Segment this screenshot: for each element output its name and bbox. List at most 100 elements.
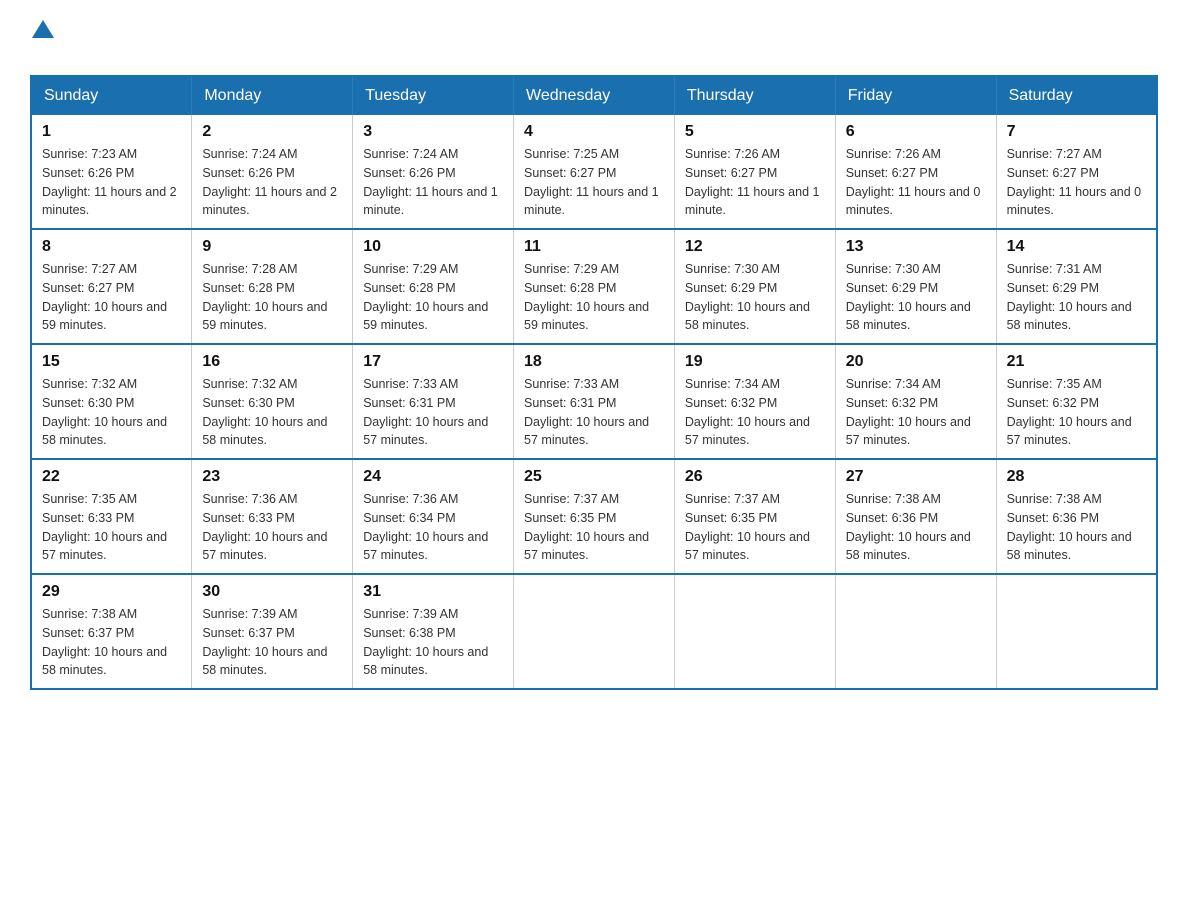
calendar-cell (835, 574, 996, 689)
daylight-text: Daylight: 11 hours and 2 minutes. (42, 185, 177, 218)
header-monday: Monday (192, 76, 353, 115)
sunrise-text: Sunrise: 7:36 AM (363, 492, 458, 506)
daylight-text: Daylight: 10 hours and 57 minutes. (1007, 415, 1132, 448)
day-number: 1 (42, 123, 181, 141)
day-info: Sunrise: 7:38 AMSunset: 6:36 PMDaylight:… (1007, 490, 1146, 565)
daylight-text: Daylight: 10 hours and 57 minutes. (363, 530, 488, 563)
calendar-cell: 25Sunrise: 7:37 AMSunset: 6:35 PMDayligh… (514, 459, 675, 574)
daylight-text: Daylight: 10 hours and 57 minutes. (363, 415, 488, 448)
day-number: 27 (846, 468, 986, 486)
day-info: Sunrise: 7:36 AMSunset: 6:33 PMDaylight:… (202, 490, 342, 565)
calendar-cell: 13Sunrise: 7:30 AMSunset: 6:29 PMDayligh… (835, 229, 996, 344)
daylight-text: Daylight: 10 hours and 58 minutes. (42, 415, 167, 448)
daylight-text: Daylight: 10 hours and 58 minutes. (1007, 300, 1132, 333)
daylight-text: Daylight: 10 hours and 58 minutes. (685, 300, 810, 333)
day-info: Sunrise: 7:30 AM Sunset: 6:29 PM Daylight:… (685, 260, 825, 335)
daylight-text: Daylight: 10 hours and 58 minutes. (202, 415, 327, 448)
daylight-text: Daylight: 11 hours and 1 minute. (524, 185, 659, 218)
calendar-cell (674, 574, 835, 689)
sunset-text: Sunset: 6:33 PM (42, 511, 134, 525)
sunset-text: Sunset: 6:28 PM (524, 281, 616, 295)
calendar-cell: 21 Sunrise: 7:35 AM Sunset: 6:32 PM Dayligh… (996, 344, 1157, 459)
sunset-text: Sunset: 6:27 PM (1007, 166, 1099, 180)
header-tuesday: Tuesday (353, 76, 514, 115)
sunrise-text: Sunrise: 7:25 AM (524, 147, 619, 161)
calendar-cell: 26Sunrise: 7:37 AMSunset: 6:35 PMDayligh… (674, 459, 835, 574)
sunrise-text: Sunrise: 7:39 AM (202, 607, 297, 621)
day-number: 21 (1007, 353, 1146, 371)
sunset-text: Sunset: 6:30 PM (42, 396, 134, 410)
sunset-text: Sunset: 6:38 PM (363, 626, 455, 640)
daylight-text: Daylight: 10 hours and 58 minutes. (846, 530, 971, 563)
sunrise-text: Sunrise: 7:33 AM (524, 377, 619, 391)
sunset-text: Sunset: 6:36 PM (846, 511, 938, 525)
day-number: 29 (42, 583, 181, 601)
sunrise-text: Sunrise: 7:33 AM (363, 377, 458, 391)
sunrise-text: Sunrise: 7:39 AM (363, 607, 458, 621)
calendar-cell: 22Sunrise: 7:35 AMSunset: 6:33 PMDayligh… (31, 459, 192, 574)
sunrise-text: Sunrise: 7:38 AM (42, 607, 137, 621)
sunrise-text: Sunrise: 7:24 AM (363, 147, 458, 161)
sunset-text: Sunset: 6:27 PM (524, 166, 616, 180)
sunset-text: Sunset: 6:27 PM (846, 166, 938, 180)
sunrise-text: Sunrise: 7:31 AM (1007, 262, 1102, 276)
calendar-cell: 27Sunrise: 7:38 AMSunset: 6:36 PMDayligh… (835, 459, 996, 574)
sunrise-text: Sunrise: 7:35 AM (1007, 377, 1102, 391)
daylight-text: Daylight: 11 hours and 1 minute. (685, 185, 820, 218)
daylight-text: Daylight: 10 hours and 59 minutes. (524, 300, 649, 333)
calendar-cell: 18Sunrise: 7:33 AMSunset: 6:31 PMDayligh… (514, 344, 675, 459)
calendar-week-row: 29Sunrise: 7:38 AMSunset: 6:37 PMDayligh… (31, 574, 1157, 689)
day-number: 31 (363, 583, 503, 601)
day-number: 16 (202, 353, 342, 371)
daylight-text: Daylight: 10 hours and 57 minutes. (685, 530, 810, 563)
day-number: 30 (202, 583, 342, 601)
calendar-week-row: 22Sunrise: 7:35 AMSunset: 6:33 PMDayligh… (31, 459, 1157, 574)
day-number: 23 (202, 468, 342, 486)
calendar-cell: 3Sunrise: 7:24 AMSunset: 6:26 PMDaylight… (353, 115, 514, 229)
sunrise-text: Sunrise: 7:28 AM (202, 262, 297, 276)
calendar-week-row: 8Sunrise: 7:27 AMSunset: 6:27 PMDaylight… (31, 229, 1157, 344)
day-number: 3 (363, 123, 503, 141)
day-info: Sunrise: 7:39 AM Sunset: 6:38 PM Daylight:… (363, 605, 503, 680)
day-number: 10 (363, 238, 503, 256)
calendar-cell (996, 574, 1157, 689)
day-number: 9 (202, 238, 342, 256)
daylight-text: Daylight: 10 hours and 57 minutes. (685, 415, 810, 448)
day-number: 18 (524, 353, 664, 371)
daylight-text: Daylight: 10 hours and 58 minutes. (363, 645, 488, 678)
sunset-text: Sunset: 6:29 PM (846, 281, 938, 295)
sunrise-text: Sunrise: 7:37 AM (524, 492, 619, 506)
day-number: 2 (202, 123, 342, 141)
daylight-text: Daylight: 10 hours and 57 minutes. (524, 530, 649, 563)
page-header (30, 20, 1158, 55)
sunrise-text: Sunrise: 7:26 AM (846, 147, 941, 161)
sunrise-text: Sunrise: 7:30 AM (685, 262, 780, 276)
sunset-text: Sunset: 6:31 PM (363, 396, 455, 410)
day-info: Sunrise: 7:27 AMSunset: 6:27 PMDaylight:… (1007, 145, 1146, 220)
calendar-table: SundayMondayTuesdayWednesdayThursdayFrid… (30, 75, 1158, 690)
day-number: 7 (1007, 123, 1146, 141)
sunset-text: Sunset: 6:29 PM (685, 281, 777, 295)
sunset-text: Sunset: 6:32 PM (1007, 396, 1099, 410)
calendar-cell: 30Sunrise: 7:39 AMSunset: 6:37 PMDayligh… (192, 574, 353, 689)
calendar-cell: 14Sunrise: 7:31 AMSunset: 6:29 PMDayligh… (996, 229, 1157, 344)
calendar-cell: 7 Sunrise: 7:27 AMSunset: 6:27 PMDaylight… (996, 115, 1157, 229)
header-thursday: Thursday (674, 76, 835, 115)
day-info: Sunrise: 7:23 AMSunset: 6:26 PMDaylight:… (42, 145, 181, 220)
day-info: Sunrise: 7:26 AMSunset: 6:27 PMDaylight:… (846, 145, 986, 220)
sunrise-text: Sunrise: 7:38 AM (1007, 492, 1102, 506)
daylight-text: Daylight: 11 hours and 2 minutes. (202, 185, 337, 218)
sunset-text: Sunset: 6:36 PM (1007, 511, 1099, 525)
calendar-cell: 20Sunrise: 7:34 AMSunset: 6:32 PMDayligh… (835, 344, 996, 459)
day-number: 5 (685, 123, 825, 141)
calendar-cell: 17Sunrise: 7:33 AMSunset: 6:31 PMDayligh… (353, 344, 514, 459)
calendar-cell: 15Sunrise: 7:32 AMSunset: 6:30 PMDayligh… (31, 344, 192, 459)
sunset-text: Sunset: 6:30 PM (202, 396, 294, 410)
day-number: 12 (685, 238, 825, 256)
calendar-cell: 16Sunrise: 7:32 AMSunset: 6:30 PMDayligh… (192, 344, 353, 459)
day-number: 19 (685, 353, 825, 371)
calendar-cell: 28Sunrise: 7:38 AMSunset: 6:36 PMDayligh… (996, 459, 1157, 574)
sunset-text: Sunset: 6:33 PM (202, 511, 294, 525)
daylight-text: Daylight: 10 hours and 57 minutes. (42, 530, 167, 563)
day-number: 11 (524, 238, 664, 256)
